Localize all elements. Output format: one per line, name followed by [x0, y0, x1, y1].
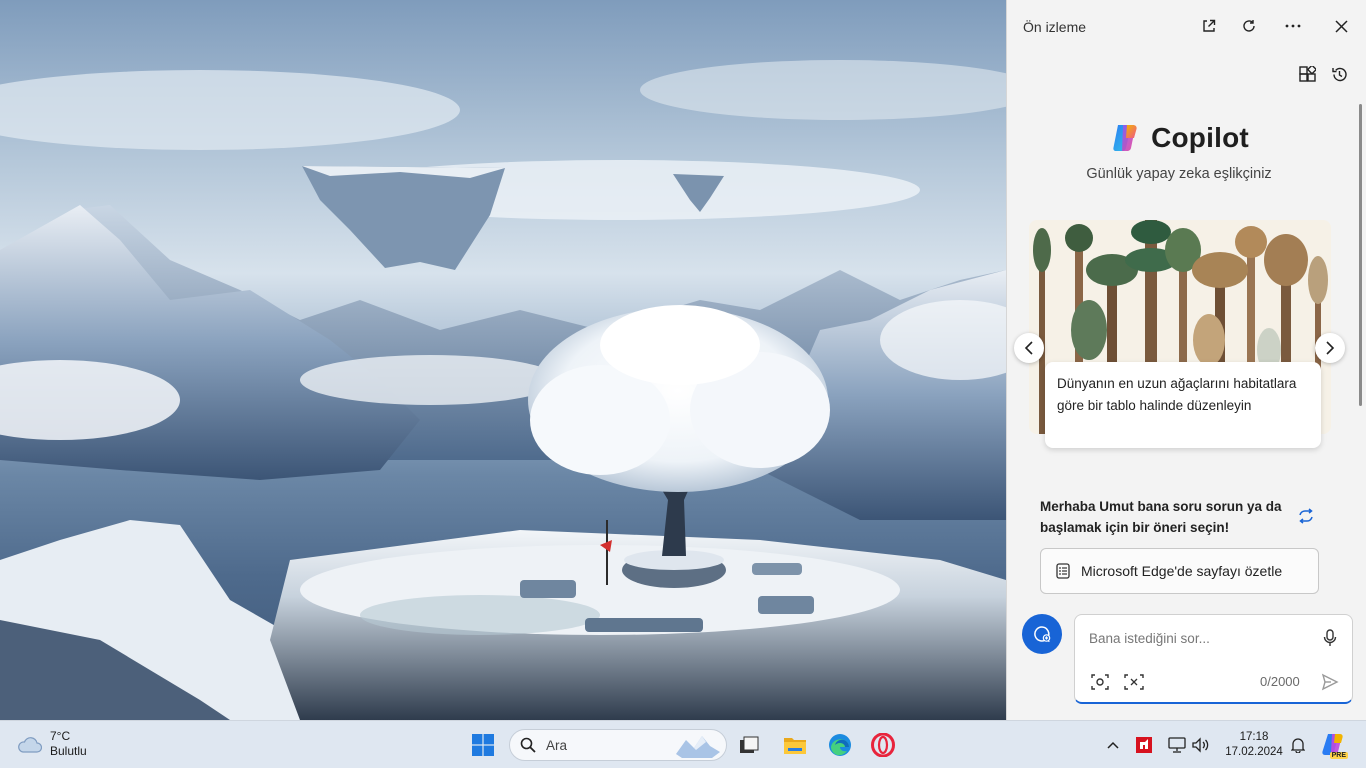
- bell-icon: [1291, 738, 1305, 753]
- start-icon: [472, 734, 494, 756]
- amd-software-button[interactable]: [1134, 734, 1154, 756]
- character-counter: 0/2000: [1260, 674, 1300, 689]
- close-icon: [1334, 19, 1348, 33]
- swap-icon: [1299, 508, 1313, 524]
- weather-temp: 7°C: [50, 729, 71, 743]
- network-icon: [1168, 737, 1186, 753]
- panel-scrollbar[interactable]: [1359, 104, 1362, 406]
- suggestion-card-caption[interactable]: Dünyanın en uzun ağaçlarını habitatlara …: [1045, 362, 1321, 448]
- panel-title: Ön izleme: [1023, 19, 1087, 35]
- refresh-suggestions-button[interactable]: [1295, 505, 1317, 527]
- more-icon: [1285, 24, 1301, 28]
- task-view-button[interactable]: [733, 729, 765, 761]
- file-explorer-icon: [784, 738, 806, 754]
- weather-widget[interactable]: 7°C Bulutlu: [16, 729, 87, 759]
- greeting-text: Merhaba Umut bana soru sorun ya da başla…: [1040, 499, 1282, 535]
- task-view-icon: [740, 736, 759, 753]
- system-clock[interactable]: 17:18 17.02.2024: [1222, 730, 1286, 760]
- carousel-prev-button[interactable]: [1014, 333, 1044, 363]
- plugins-icon: [1298, 65, 1316, 82]
- copilot-panel: Ön izleme Copilot Günlük yapay zeka eşli…: [1006, 0, 1366, 720]
- search-placeholder: Ara: [546, 737, 568, 753]
- copilot-brand: Copilot: [1007, 122, 1351, 154]
- opera-button[interactable]: [867, 729, 899, 761]
- search-icon: [520, 737, 536, 753]
- desktop-wallpaper: [0, 0, 1006, 720]
- chat-composer: 0/2000: [1074, 614, 1353, 704]
- copilot-title: Copilot: [1151, 122, 1249, 153]
- search-highlight-icon: [676, 736, 720, 758]
- copilot-pre-badge: PRE: [1329, 752, 1348, 759]
- screenshot-button[interactable]: [1123, 671, 1145, 693]
- show-hidden-icons-button[interactable]: [1103, 734, 1123, 756]
- voice-input-button[interactable]: [1319, 627, 1341, 649]
- copilot-tagline: Günlük yapay zeka eşlikçiniz: [1086, 166, 1272, 182]
- weather-condition: Bulutlu: [50, 744, 87, 758]
- new-topic-button[interactable]: [1022, 614, 1062, 654]
- volume-icon: [1192, 737, 1209, 753]
- wallpaper-art: [0, 60, 1006, 720]
- open-in-new-button[interactable]: [1195, 12, 1223, 40]
- plugins-button[interactable]: [1295, 62, 1319, 86]
- history-button[interactable]: [1327, 62, 1351, 86]
- chevron-up-icon: [1107, 741, 1119, 749]
- clock-time: 17:18: [1239, 731, 1269, 743]
- carousel-next-button[interactable]: [1315, 333, 1345, 363]
- panel-header: Ön izleme: [1007, 0, 1366, 54]
- summarize-page-label: Microsoft Edge'de sayfayı özetle: [1081, 563, 1283, 579]
- taskbar-search[interactable]: Ara: [509, 729, 727, 761]
- chevron-left-icon: [1024, 341, 1033, 355]
- document-list-icon: [1056, 563, 1070, 579]
- refresh-button[interactable]: [1235, 12, 1263, 40]
- send-button[interactable]: [1319, 671, 1341, 693]
- microphone-icon: [1323, 629, 1337, 646]
- history-icon: [1331, 67, 1347, 81]
- start-button[interactable]: [467, 729, 499, 761]
- copilot-taskbar-button[interactable]: PRE: [1320, 731, 1348, 759]
- opera-icon: [871, 733, 895, 757]
- more-options-button[interactable]: [1279, 12, 1307, 40]
- new-chat-icon: [1034, 626, 1051, 643]
- cloud-icon: [18, 737, 42, 753]
- chevron-right-icon: [1326, 341, 1335, 355]
- volume-button[interactable]: [1191, 734, 1211, 756]
- network-button[interactable]: [1167, 734, 1187, 756]
- chat-input[interactable]: [1089, 625, 1309, 651]
- clock-date: 17.02.2024: [1225, 746, 1283, 758]
- notifications-button[interactable]: [1288, 734, 1308, 756]
- file-explorer-button[interactable]: [779, 729, 811, 761]
- edge-icon: [829, 734, 851, 756]
- send-icon: [1321, 673, 1339, 691]
- image-scan-icon: [1091, 674, 1109, 690]
- copilot-logo-icon: [1113, 125, 1137, 151]
- refresh-icon: [1243, 20, 1255, 32]
- edge-button[interactable]: [824, 729, 856, 761]
- taskbar: 7°C Bulutlu Ara 17:18 17.02.2024 PRE: [0, 720, 1366, 768]
- screenshot-icon: [1124, 674, 1144, 690]
- close-button[interactable]: [1327, 12, 1355, 40]
- add-image-button[interactable]: [1089, 671, 1111, 693]
- open-in-new-icon: [1203, 19, 1216, 32]
- amd-icon: [1136, 737, 1152, 753]
- summarize-page-button[interactable]: Microsoft Edge'de sayfayı özetle: [1040, 548, 1319, 594]
